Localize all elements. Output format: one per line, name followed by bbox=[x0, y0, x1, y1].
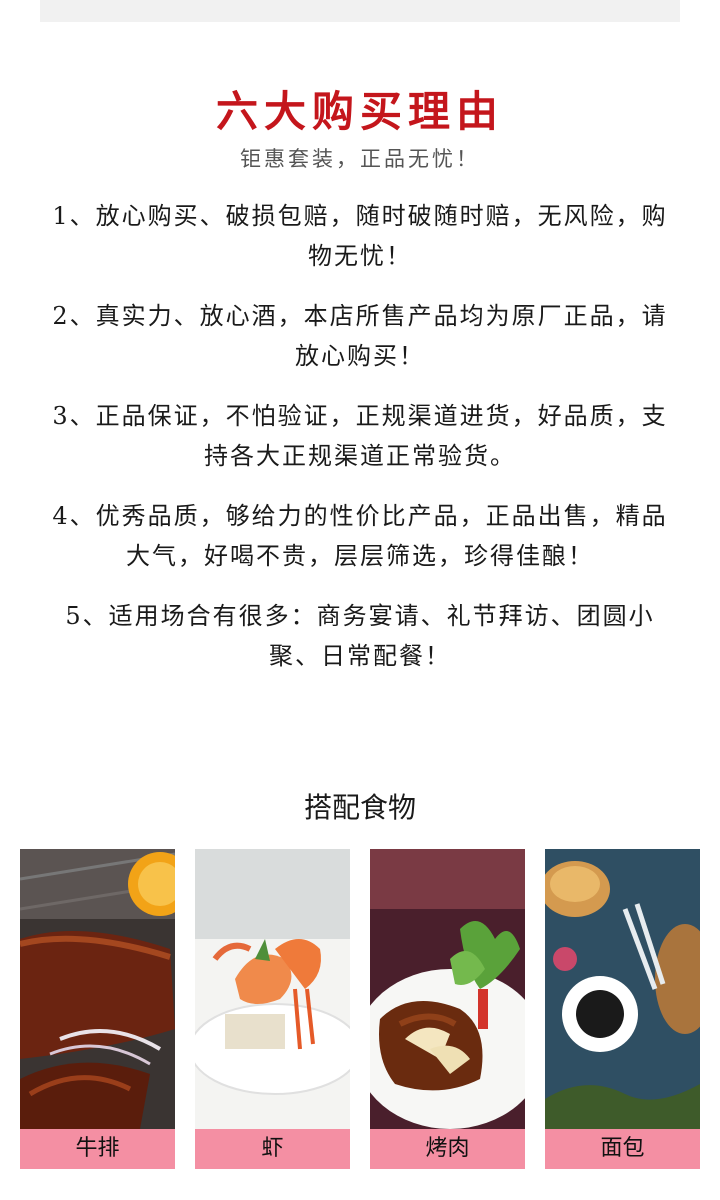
bread-photo-icon bbox=[545, 849, 700, 1129]
reason-item: 2、真实力、放心酒，本店所售产品均为原厂正品，请放心购买！ bbox=[52, 302, 668, 370]
reason-item: 1、放心购买、破损包赔，随时破随时赔，无风险，购物无忧！ bbox=[52, 202, 668, 270]
food-label-roast-meat: 烤肉 bbox=[370, 1129, 525, 1169]
reason-item: 4、优秀品质，够给力的性价比产品，正品出售，精品大气，好喝不贵，层层筛选，珍得佳… bbox=[52, 502, 668, 570]
shrimp-photo-icon bbox=[195, 849, 350, 1129]
food-label-bread: 面包 bbox=[545, 1129, 700, 1169]
food-pairing-title: 搭配食物 bbox=[303, 791, 416, 824]
food-label-shrimp: 虾 bbox=[195, 1129, 350, 1169]
food-card-bread[interactable]: 面包 bbox=[545, 849, 700, 1169]
reason-item: 3、正品保证，不怕验证，正规渠道进货，好品质，支持各大正规渠道正常验货。 bbox=[52, 402, 668, 470]
page-subheadline: 钜惠套装，正品无忧！ bbox=[240, 147, 480, 171]
top-banner-strip bbox=[40, 0, 680, 22]
reason-item: 5、适用场合有很多：商务宴请、礼节拜访、团圆小聚、日常配餐！ bbox=[65, 602, 655, 670]
food-card-roast-meat[interactable]: 烤肉 bbox=[370, 849, 525, 1169]
reasons-list: 1、放心购买、破损包赔，随时破随时赔，无风险，购物无忧！ 2、真实力、放心酒，本… bbox=[48, 196, 672, 696]
page-headline: 六大购买理由 bbox=[215, 87, 504, 136]
food-label-steak: 牛排 bbox=[20, 1129, 175, 1169]
food-card-steak[interactable]: 牛排 bbox=[20, 849, 175, 1169]
food-pairing-row: 牛排 虾 烤肉 面包 bbox=[20, 849, 700, 1169]
steak-photo-icon bbox=[20, 849, 175, 1129]
roast-meat-photo-icon bbox=[370, 849, 525, 1129]
food-card-shrimp[interactable]: 虾 bbox=[195, 849, 350, 1169]
